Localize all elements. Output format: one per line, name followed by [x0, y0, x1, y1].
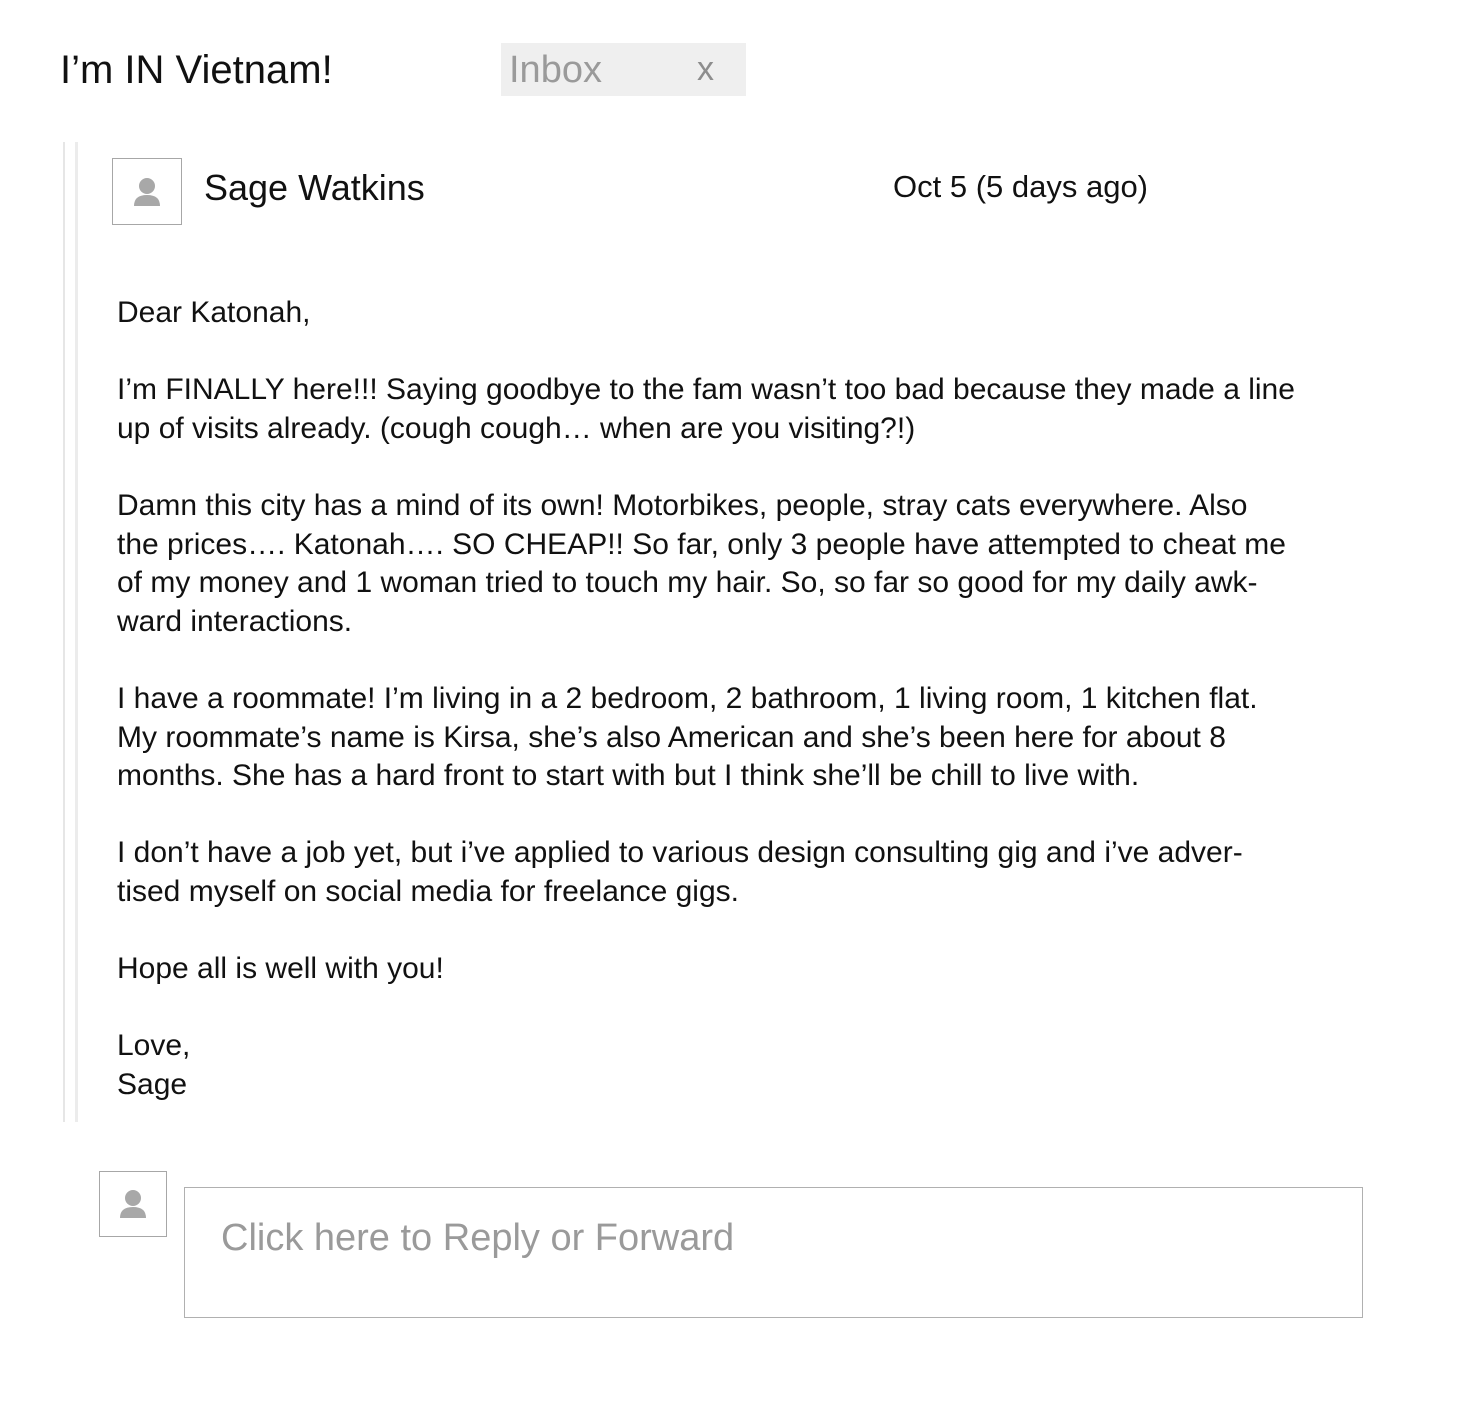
message-date: Oct 5 (5 days ago)	[893, 169, 1149, 204]
thread-quote-rule-inner	[75, 142, 78, 1122]
inbox-label-text: Inbox	[509, 49, 602, 91]
message-body: Dear Katonah, I’m FINALLY here!!! Saying…	[117, 294, 1417, 1104]
sender-name[interactable]: Sage Watkins	[204, 165, 425, 211]
reply-placeholder: Click here to Reply or Forward	[221, 1217, 735, 1259]
message-paragraph: Damn this city has a mind of its own! Mo…	[117, 488, 1286, 638]
remove-label-button[interactable]: x	[697, 48, 714, 90]
person-icon	[134, 177, 160, 206]
person-icon	[120, 1190, 146, 1218]
thread-subject: I’m IN Vietnam!	[60, 48, 333, 92]
message-paragraph: I’m FINALLY here!!! Saying goodbye to th…	[117, 373, 1295, 445]
message-paragraph: I don’t have a job yet, but i’ve applied…	[117, 836, 1243, 908]
inbox-label-chip[interactable]: Inbox x	[501, 43, 746, 96]
reply-forward-input[interactable]: Click here to Reply or Forward	[184, 1187, 1363, 1318]
message-signoff: Love, Sage	[117, 1029, 191, 1101]
thread-quote-rule	[63, 142, 65, 1122]
sender-avatar[interactable]	[112, 158, 182, 225]
reply-avatar	[99, 1171, 167, 1237]
message-paragraph: Hope all is well with you!	[117, 952, 444, 986]
message-paragraph: I have a roommate! I’m living in a 2 bed…	[117, 681, 1258, 793]
message-paragraph: Dear Katonah,	[117, 296, 311, 329]
